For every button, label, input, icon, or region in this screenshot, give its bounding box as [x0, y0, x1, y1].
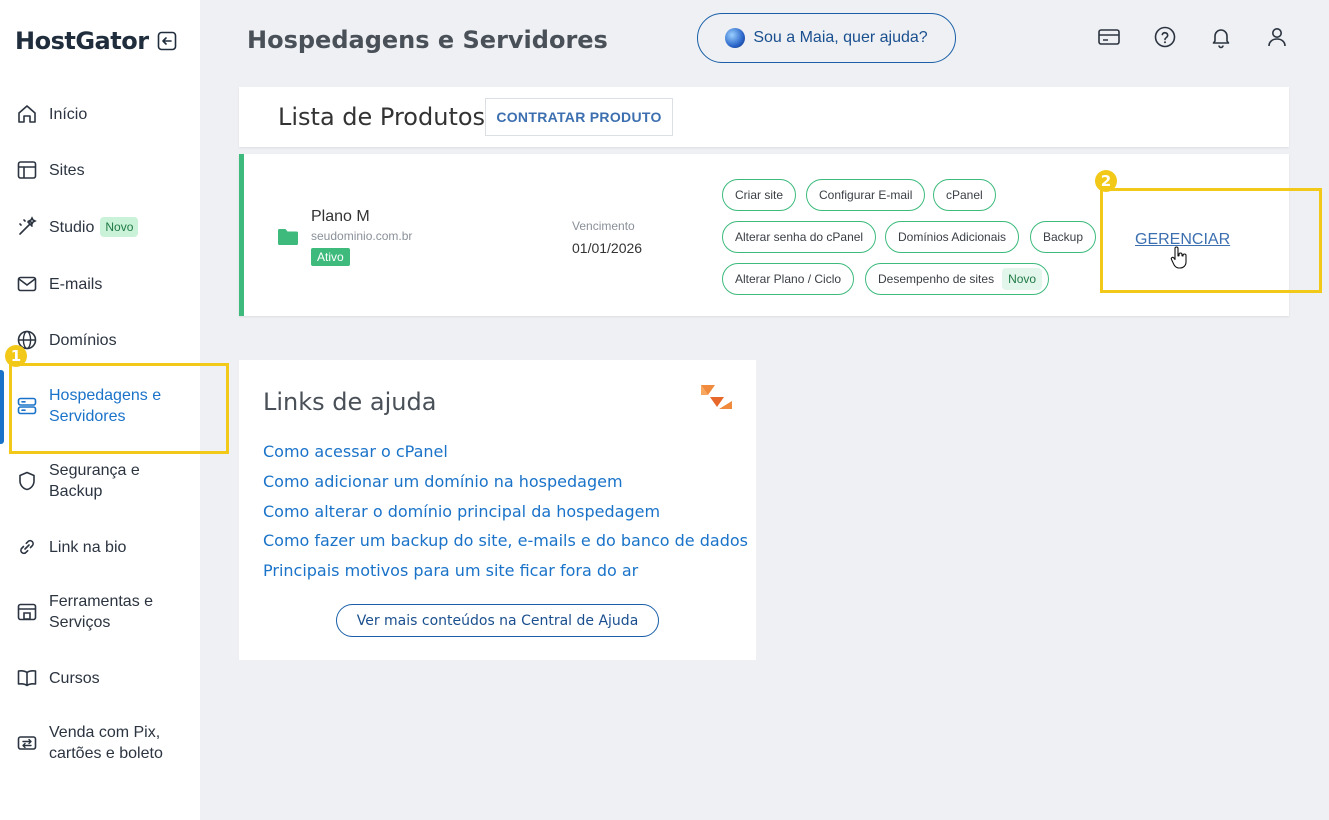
sidebar-item-label: Segurança e Backup	[49, 462, 140, 500]
sidebar-item-seguranca[interactable]: Segurança e Backup	[16, 460, 200, 502]
sidebar-item-label: Studio	[49, 218, 95, 236]
shield-icon	[16, 470, 38, 492]
folder-icon	[278, 229, 298, 245]
tools-icon	[16, 601, 38, 623]
highlight-box-step-1	[9, 363, 229, 454]
create-site-chip[interactable]: Criar site	[722, 179, 797, 211]
sidebar-item-studio[interactable]: Studio Novo	[16, 216, 200, 238]
user-profile-icon[interactable]	[1264, 24, 1290, 50]
site-performance-chip[interactable]: Desempenho de sites Novo	[865, 263, 1050, 295]
billing-card-icon[interactable]	[1096, 24, 1122, 50]
maia-assistant-button[interactable]: Sou a Maia, quer ajuda?	[697, 13, 956, 63]
help-brand-logo-icon	[701, 385, 732, 409]
help-link-item[interactable]: Como alterar o domínio principal da hosp…	[263, 502, 660, 521]
status-badge: Ativo	[311, 248, 350, 266]
contract-product-button[interactable]: CONTRATAR PRODUTO	[485, 98, 673, 136]
sidebar-item-label: Link na bio	[49, 538, 127, 556]
link-icon	[16, 536, 38, 558]
new-badge: Novo	[1002, 268, 1043, 290]
hostgator-logo[interactable]: HostGator	[15, 27, 177, 55]
book-icon	[16, 667, 38, 689]
sidebar-item-sites[interactable]: Sites	[16, 159, 200, 181]
help-icon[interactable]	[1152, 24, 1178, 50]
change-plan-cycle-chip[interactable]: Alterar Plano / Ciclo	[722, 263, 855, 295]
sidebar-item-dominios[interactable]: Domínios	[16, 329, 200, 351]
sidebar-item-label: Início	[49, 105, 88, 123]
logo-text: HostGator	[15, 27, 149, 55]
mail-icon	[16, 273, 38, 295]
maia-orb-icon	[725, 28, 746, 48]
highlight-box-step-2	[1100, 188, 1322, 293]
sidebar-item-link-na-bio[interactable]: Link na bio	[16, 536, 200, 558]
backup-chip[interactable]: Backup	[1030, 221, 1097, 253]
change-cpanel-password-chip[interactable]: Alterar senha do cPanel	[722, 221, 877, 253]
active-indicator	[0, 370, 4, 444]
sidebar-item-cursos[interactable]: Cursos	[16, 667, 200, 689]
sidebar-item-ferramentas[interactable]: Ferramentas e Serviços	[16, 591, 200, 633]
wand-icon	[16, 216, 38, 238]
sidebar-item-label: E-mails	[49, 275, 103, 293]
maia-assistant-label: Sou a Maia, quer ajuda?	[753, 29, 928, 46]
plan-domain: seudominio.com.br	[311, 229, 413, 243]
new-badge: Novo	[100, 217, 139, 237]
collapse-sidebar-icon[interactable]	[157, 31, 177, 51]
notification-bell-icon[interactable]	[1208, 24, 1234, 50]
page-title: Hospedagens e Servidores	[247, 26, 608, 54]
due-date-label: Vencimento	[572, 219, 635, 233]
layout-icon	[16, 159, 38, 181]
sidebar-item-label: Ferramentas e Serviços	[49, 593, 154, 631]
sidebar-item-venda-pix[interactable]: Venda com Pix, cartões e boleto	[16, 722, 200, 764]
step-number-badge: 2	[1095, 170, 1117, 192]
help-link-item[interactable]: Principais motivos para um site ficar fo…	[263, 561, 638, 580]
sidebar-item-label: Venda com Pix, cartões e boleto	[49, 724, 163, 762]
help-link-item[interactable]: Como adicionar um domínio na hospedagem	[263, 472, 623, 491]
sidebar-item-emails[interactable]: E-mails	[16, 273, 200, 295]
additional-domains-chip[interactable]: Domínios Adicionais	[885, 221, 1020, 253]
help-links-card: Links de ajuda Como acessar o cPanel Com…	[239, 360, 756, 660]
sidebar-item-label: Sites	[49, 161, 85, 179]
step-number-badge: 1	[5, 345, 27, 367]
help-link-item[interactable]: Como acessar o cPanel	[263, 442, 448, 461]
more-help-content-button[interactable]: Ver mais conteúdos na Central de Ajuda	[336, 604, 659, 637]
sidebar-item-label: Cursos	[49, 669, 100, 687]
home-icon	[16, 103, 38, 125]
sidebar-item-inicio[interactable]: Início	[16, 103, 200, 125]
due-date-value: 01/01/2026	[572, 240, 643, 256]
cpanel-chip[interactable]: cPanel	[933, 179, 996, 211]
sidebar-item-label: Domínios	[49, 331, 117, 349]
site-performance-label: Desempenho de sites	[878, 272, 995, 286]
products-list-title: Lista de Produtos	[278, 103, 486, 131]
exchange-icon	[16, 732, 38, 754]
help-link-item[interactable]: Como fazer um backup do site, e-mails e …	[263, 531, 748, 550]
products-list-header: Lista de Produtos CONTRATAR PRODUTO	[239, 87, 1289, 147]
configure-email-chip[interactable]: Configurar E-mail	[806, 179, 926, 211]
plan-name: Plano M	[311, 208, 370, 225]
help-links-title: Links de ajuda	[263, 388, 437, 416]
